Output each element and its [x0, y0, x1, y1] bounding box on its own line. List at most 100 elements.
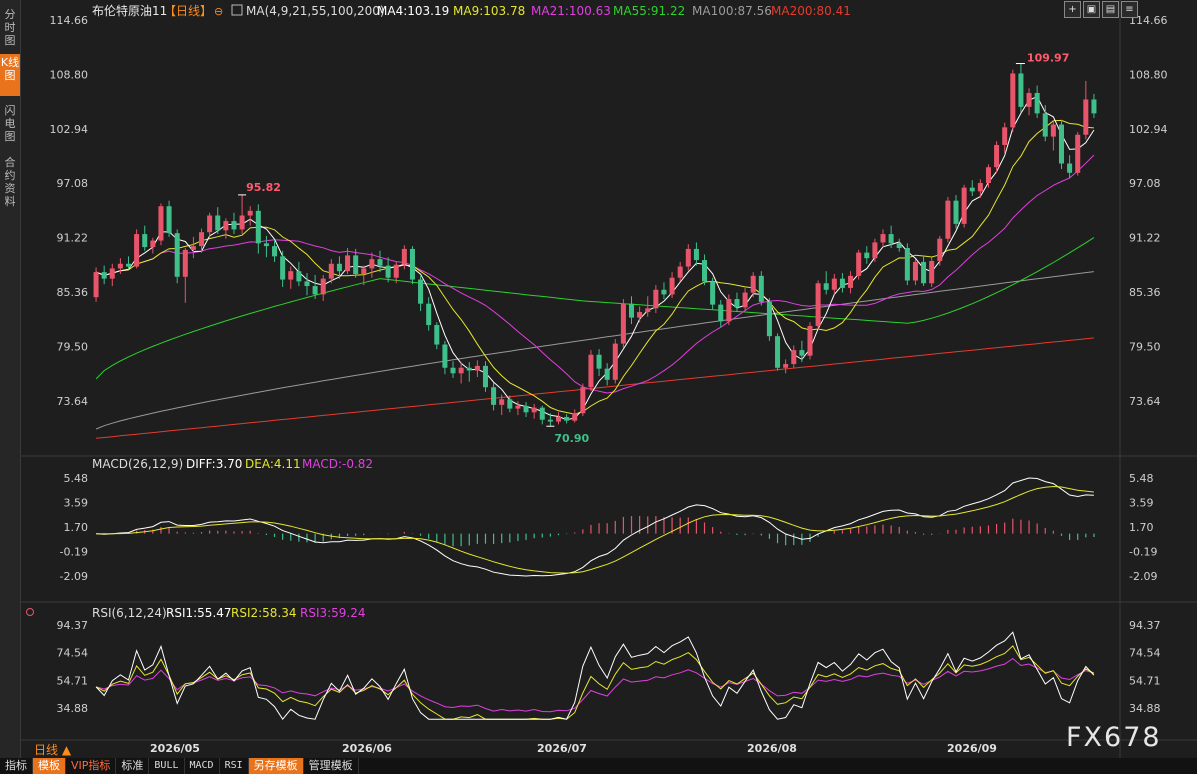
- candle-body: [125, 263, 132, 267]
- chart-background: [0, 0, 1197, 774]
- rsi-axis-tick-left: 94.37: [57, 619, 89, 632]
- candle-body: [758, 275, 764, 302]
- standard-tab[interactable]: 标准: [116, 758, 150, 774]
- candle-body: [726, 299, 732, 322]
- menu-icon[interactable]: ≡: [1121, 1, 1138, 18]
- macd-axis-tick-right: -0.19: [1129, 545, 1157, 558]
- candle-body: [685, 248, 691, 267]
- candle-body: [215, 215, 221, 231]
- candle-body: [231, 221, 237, 230]
- candle-body: [158, 206, 164, 241]
- macd-legend-item: MACD(26,12,9): [92, 457, 183, 471]
- candle-body: [896, 243, 902, 248]
- chart-toolbar: + ▣ ▤ ≡: [1064, 1, 1138, 18]
- candle-body: [580, 387, 586, 414]
- candle-body: [1050, 124, 1056, 137]
- sidebar-tab-contract-info[interactable]: 合约资料: [0, 154, 20, 212]
- ma-legend-item: MA9:103.78: [453, 4, 525, 18]
- macd-axis-tick-right: 3.59: [1129, 496, 1154, 509]
- candle-body: [207, 215, 213, 233]
- bull-tab[interactable]: BULL: [149, 758, 185, 774]
- candle-body: [588, 354, 594, 388]
- ma-legend-item: MA200:80.41: [771, 4, 851, 18]
- price-axis-tick-right: 73.64: [1129, 395, 1161, 408]
- date-axis-label: 2026/08: [747, 742, 797, 755]
- candle-body: [645, 308, 651, 313]
- price-axis-tick-left: 102.94: [50, 123, 89, 136]
- indicator-tab[interactable]: 指标: [0, 758, 33, 774]
- sidebar-tab-kline[interactable]: K线图: [0, 54, 20, 96]
- candle-body: [426, 303, 432, 326]
- candle-body: [523, 405, 529, 413]
- zoom-in-icon[interactable]: ▣: [1083, 1, 1100, 18]
- ma-legend-item: MA55:91.22: [613, 4, 685, 18]
- rsi-axis-tick-left: 74.54: [57, 647, 89, 660]
- candle-body: [1091, 99, 1097, 114]
- vip-indicator-tab[interactable]: VIP指标: [66, 758, 117, 774]
- rsi-legend-item: RSI(6,12,24): [92, 606, 167, 620]
- template-tab[interactable]: 模板: [33, 758, 66, 774]
- candle-body: [239, 215, 245, 230]
- period-selector[interactable]: 日线 ▲: [34, 741, 71, 758]
- candle-body: [807, 325, 813, 356]
- candle-body: [637, 312, 643, 318]
- candle-body: [848, 275, 854, 288]
- candle-body: [945, 200, 951, 239]
- price-axis-tick-right: 85.36: [1129, 286, 1161, 299]
- chart-canvas[interactable]: 114.66 114.66108.80 108.80102.94 102.9497.0…: [0, 0, 1197, 774]
- candle-body: [109, 268, 115, 279]
- candle-body: [166, 206, 172, 234]
- price-axis-tick-right: 79.50: [1129, 340, 1161, 353]
- sidebar-tab-flash[interactable]: 闪电图: [0, 102, 20, 146]
- candle-body: [953, 200, 959, 224]
- candle-body: [888, 234, 894, 244]
- candle-body: [612, 343, 618, 380]
- candle-body: [182, 249, 188, 277]
- candle-body: [1002, 127, 1008, 145]
- period-circle-icon: ⊖: [214, 5, 223, 18]
- candle-body: [1026, 92, 1032, 107]
- high-annotation: 109.97: [1027, 52, 1069, 65]
- candle-body: [677, 266, 683, 278]
- candle-body: [142, 234, 148, 248]
- candle-body: [320, 278, 326, 295]
- candle-body: [1067, 163, 1073, 173]
- candle-body: [393, 264, 399, 278]
- price-axis-tick-right: 97.08: [1129, 177, 1161, 190]
- candle-body: [369, 259, 375, 269]
- candle-body: [491, 387, 497, 405]
- price-axis-tick-left: 85.36: [57, 286, 89, 299]
- candle-body: [539, 407, 545, 420]
- macd-tab[interactable]: MACD: [185, 758, 220, 774]
- candle-body: [961, 187, 967, 224]
- date-axis-label: 2026/07: [537, 742, 587, 755]
- macd-axis-tick-right: -2.09: [1129, 570, 1157, 583]
- candle-body: [839, 278, 845, 288]
- sidebar-tab-timeshare[interactable]: 分时图: [0, 6, 20, 48]
- candle-body: [482, 365, 488, 388]
- zoom-out-icon[interactable]: ▤: [1102, 1, 1119, 18]
- manage-template-button[interactable]: 管理模板: [304, 758, 359, 774]
- candle-body: [783, 364, 789, 368]
- candle-body: [190, 246, 196, 250]
- view-sidebar: 分时图 K线图 闪电图 合约资料: [0, 0, 21, 758]
- macd-axis-tick-left: 5.48: [64, 472, 89, 485]
- candle-body: [304, 281, 310, 287]
- candle-body: [669, 277, 675, 295]
- rsi-axis-tick-right: 34.88: [1129, 702, 1161, 715]
- candle-body: [912, 261, 918, 281]
- candle-body: [174, 233, 180, 277]
- save-template-button[interactable]: 另存模板: [248, 758, 304, 774]
- candle-body: [766, 301, 772, 337]
- candle-body: [336, 263, 342, 272]
- candle-body: [977, 183, 983, 192]
- candle-body: [831, 278, 837, 290]
- candle-body: [296, 271, 302, 282]
- crosshair-icon[interactable]: +: [1064, 1, 1081, 18]
- candle-body: [499, 399, 505, 405]
- price-axis-tick-left: 108.80: [50, 68, 89, 81]
- rsi-tab[interactable]: RSI: [220, 758, 249, 774]
- candle-body: [255, 210, 261, 244]
- candle-body: [693, 248, 699, 261]
- bottom-toolbar: 指标 模板 VIP指标 标准 BULL MACD RSI 另存模板 管理模板: [0, 758, 1197, 774]
